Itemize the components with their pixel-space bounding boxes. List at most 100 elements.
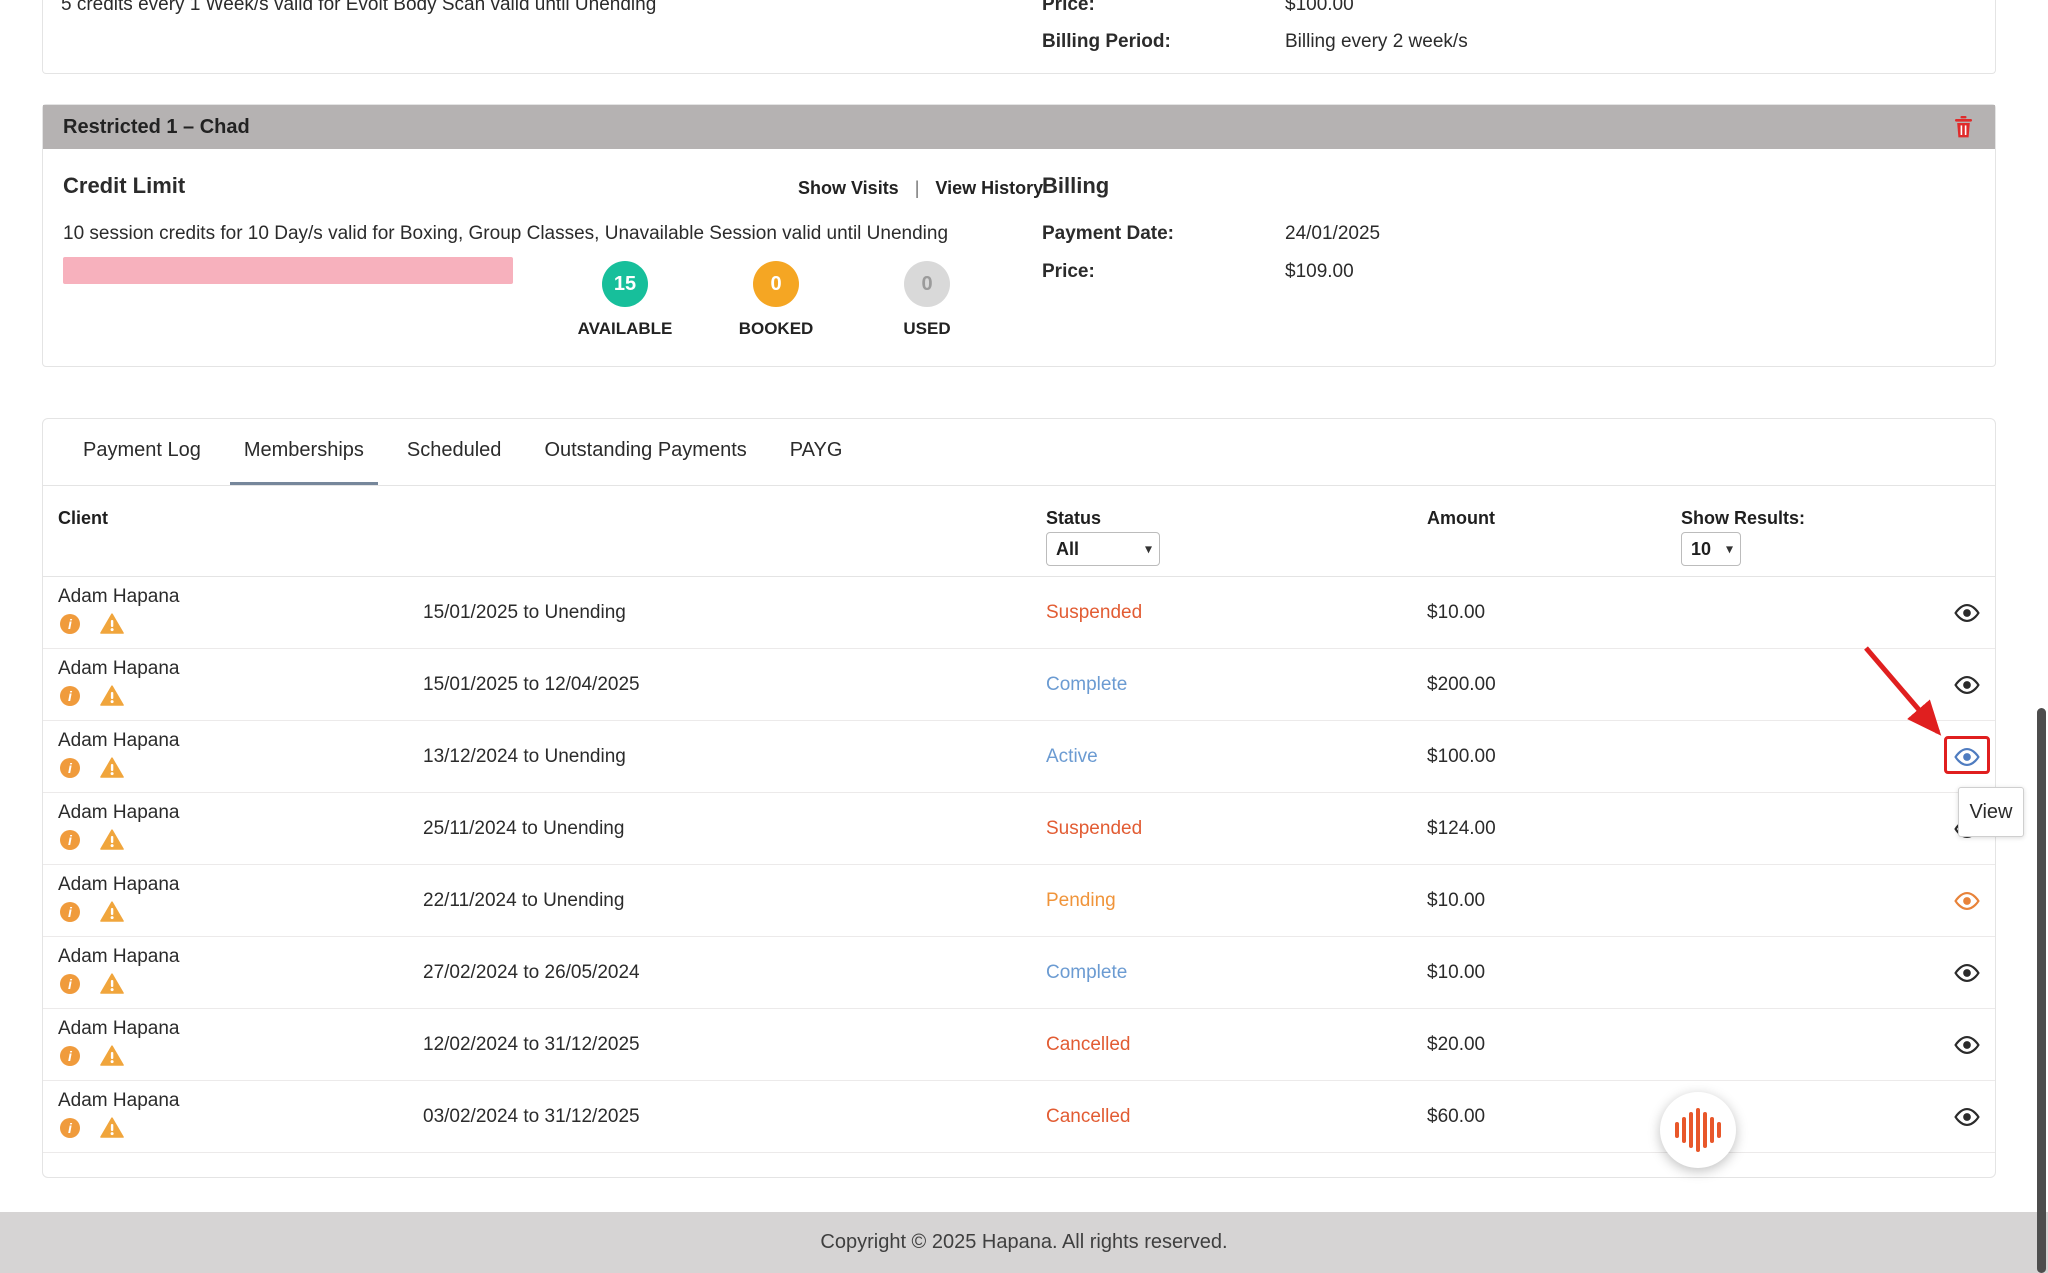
table-row: Adam Hapana i 13/12/2024 to Unending Act… (43, 721, 1995, 793)
tab-payment-log[interactable]: Payment Log (69, 419, 215, 485)
billing-title: Billing (1042, 173, 1109, 199)
info-icon[interactable]: i (60, 1046, 80, 1066)
amount-column-header: Amount (1427, 508, 1495, 529)
membership-rows: Adam Hapana i 15/01/2025 to Unending Sus… (43, 577, 1995, 1153)
show-visits-link[interactable]: Show Visits (798, 178, 899, 199)
show-results-select[interactable]: 10 (1681, 532, 1741, 566)
eye-icon[interactable] (1949, 959, 1985, 986)
billing-period-label: Billing Period: (1042, 31, 1171, 53)
warning-icon[interactable] (100, 1045, 124, 1066)
billing-price-label: Price: (1042, 261, 1095, 283)
credit-progress-bar (63, 257, 513, 284)
view-tooltip: View (1958, 787, 2024, 837)
tabs: Payment LogMembershipsScheduledOutstandi… (43, 419, 1995, 486)
info-icon[interactable]: i (60, 614, 80, 634)
tab-outstanding-payments[interactable]: Outstanding Payments (530, 419, 760, 485)
payment-date-label: Payment Date: (1042, 223, 1174, 245)
copyright-text: Copyright © 2025 Hapana. All rights rese… (820, 1231, 1227, 1254)
status-badge: Cancelled (1046, 1034, 1131, 1056)
table-row: Adam Hapana i 12/02/2024 to 31/12/2025 C… (43, 1009, 1995, 1081)
show-results: 10 (1681, 532, 1741, 566)
eye-icon[interactable] (1949, 599, 1985, 626)
warning-icon[interactable] (100, 901, 124, 922)
client-cell: Adam Hapana i (58, 802, 179, 850)
table-row: Adam Hapana i 22/11/2024 to Unending Pen… (43, 865, 1995, 937)
status-filter: All (1046, 532, 1160, 566)
client-cell: Adam Hapana i (58, 586, 179, 634)
warning-icon[interactable] (100, 757, 124, 778)
membership-period: 27/02/2024 to 26/05/2024 (423, 962, 640, 984)
links-separator: | (915, 178, 920, 199)
table-row: Adam Hapana i 15/01/2025 to Unending Sus… (43, 577, 1995, 649)
status-badge: Complete (1046, 674, 1127, 696)
annotation-highlight-box (1944, 736, 1990, 774)
client-name: Adam Hapana (58, 586, 179, 608)
client-cell: Adam Hapana i (58, 874, 179, 922)
info-icon[interactable]: i (60, 830, 80, 850)
payments-panel: Payment LogMembershipsScheduledOutstandi… (42, 418, 1996, 1178)
info-icon[interactable]: i (60, 1118, 80, 1138)
credit-limit-links: Show Visits | View History (798, 178, 1043, 199)
client-name: Adam Hapana (58, 874, 179, 896)
footer: Copyright © 2025 Hapana. All rights rese… (0, 1212, 2048, 1273)
counter-label: BOOKED (711, 319, 841, 339)
membership-description: 5 credits every 1 Week/s valid for Evolt… (61, 0, 656, 16)
amount-value: $60.00 (1427, 1106, 1485, 1128)
amount-value: $10.00 (1427, 602, 1485, 624)
membership-period: 03/02/2024 to 31/12/2025 (423, 1106, 640, 1128)
tab-payg[interactable]: PAYG (776, 419, 857, 485)
warning-icon[interactable] (100, 1117, 124, 1138)
scrollbar-thumb[interactable] (2037, 708, 2046, 1273)
client-icons: i (58, 1045, 179, 1066)
client-icons: i (58, 685, 179, 706)
status-filter-select[interactable]: All (1046, 532, 1160, 566)
warning-icon[interactable] (100, 613, 124, 634)
membership-period: 15/01/2025 to 12/04/2025 (423, 674, 640, 696)
eye-icon[interactable] (1949, 1031, 1985, 1058)
status-badge: Complete (1046, 962, 1127, 984)
table-row: Adam Hapana i 25/11/2024 to Unending Sus… (43, 793, 1995, 865)
amount-value: $100.00 (1427, 746, 1496, 768)
client-name: Adam Hapana (58, 730, 179, 752)
client-name: Adam Hapana (58, 1018, 179, 1040)
expiring-membership-card: 5 credits every 1 Week/s valid for Evolt… (42, 0, 1996, 74)
eye-icon[interactable] (1949, 1103, 1985, 1130)
counter-label: USED (862, 319, 992, 339)
trash-icon[interactable] (1952, 114, 1975, 140)
view-history-link[interactable]: View History (935, 178, 1043, 199)
amount-value: $10.00 (1427, 962, 1485, 984)
warning-icon[interactable] (100, 829, 124, 850)
credit-limit-description: 10 session credits for 10 Day/s valid fo… (63, 223, 993, 245)
info-icon[interactable]: i (60, 902, 80, 922)
membership-period: 13/12/2024 to Unending (423, 746, 626, 768)
membership-period: 25/11/2024 to Unending (423, 818, 624, 840)
info-icon[interactable]: i (60, 686, 80, 706)
credit-counters: 15AVAILABLE0BOOKED0USED (560, 261, 992, 339)
table-row: Adam Hapana i 27/02/2024 to 26/05/2024 C… (43, 937, 1995, 1009)
credit-limit-title: Credit Limit (63, 173, 185, 199)
client-icons: i (58, 829, 179, 850)
billing-period-value: Billing every 2 week/s (1285, 31, 1468, 53)
tab-scheduled[interactable]: Scheduled (393, 419, 516, 485)
client-name: Adam Hapana (58, 1090, 179, 1112)
membership-card-restricted-1: Restricted 1 – Chad Credit Limit Show Vi… (42, 104, 1996, 367)
status-badge: Suspended (1046, 602, 1142, 624)
membership-period: 15/01/2025 to Unending (423, 602, 626, 624)
tab-memberships[interactable]: Memberships (230, 419, 378, 485)
info-icon[interactable]: i (60, 758, 80, 778)
eye-icon[interactable] (1949, 887, 1985, 914)
client-icons: i (58, 901, 179, 922)
amount-value: $10.00 (1427, 890, 1485, 912)
price-value: $100.00 (1285, 0, 1354, 16)
counter-label: AVAILABLE (560, 319, 690, 339)
membership-card-body: Credit Limit Show Visits | View History … (43, 149, 1995, 368)
amount-value: $20.00 (1427, 1034, 1485, 1056)
warning-icon[interactable] (100, 685, 124, 706)
info-icon[interactable]: i (60, 974, 80, 994)
table-row: Adam Hapana i 15/01/2025 to 12/04/2025 C… (43, 649, 1995, 721)
client-icons: i (58, 1117, 179, 1138)
client-cell: Adam Hapana i (58, 946, 179, 994)
counter-available: 15AVAILABLE (560, 261, 690, 339)
membership-card-header: Restricted 1 – Chad (43, 105, 1995, 149)
warning-icon[interactable] (100, 973, 124, 994)
